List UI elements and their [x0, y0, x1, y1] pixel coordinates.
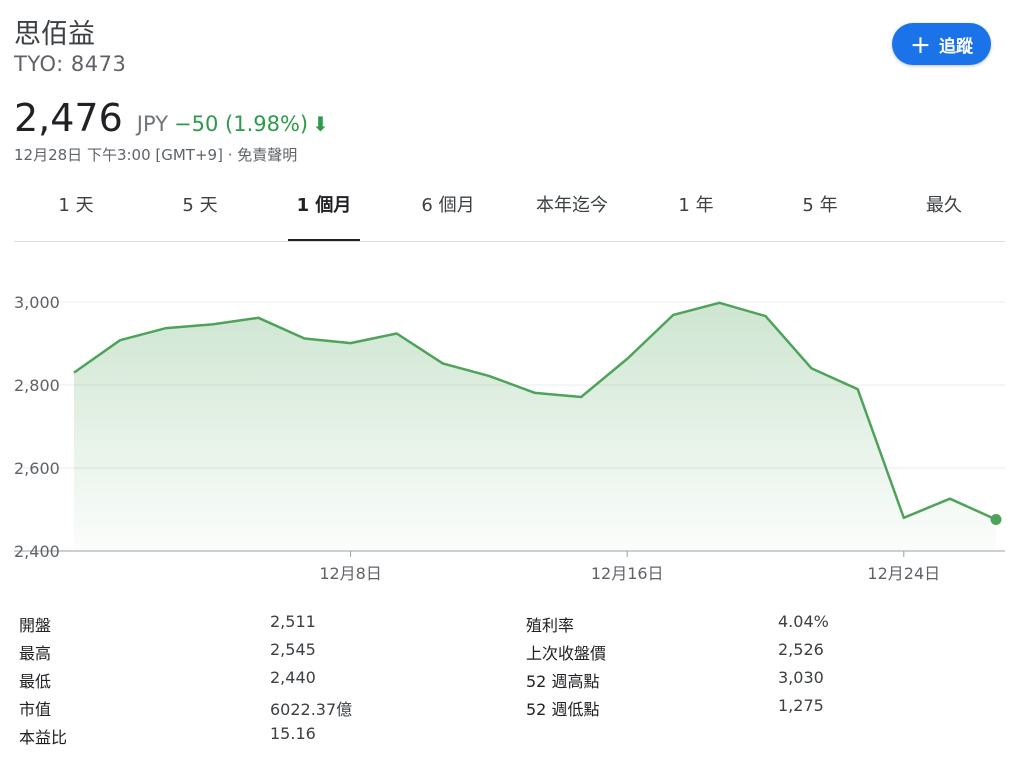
data-point — [486, 373, 492, 379]
data-point — [117, 337, 123, 343]
price-chart[interactable]: 3,000 2,800 2,600 2,400 12月8日 12月16日 12月24日 — [0, 250, 1024, 590]
range-tabs: 1 天 5 天 1 個月 6 個月 本年迄今 1 年 5 年 最久 — [14, 186, 1005, 242]
stat-value: 2,511 — [270, 612, 316, 631]
y-tick-label: 2,800 — [14, 376, 60, 395]
timestamp: 12月28日 下午3:00 [GMT+9] · — [14, 146, 238, 164]
tab-5-day[interactable]: 5 天 — [138, 186, 262, 242]
tab-1-year[interactable]: 1 年 — [634, 186, 758, 242]
stat-row-prev-close: 上次收盤價 2,526 — [526, 640, 886, 668]
tab-6-month[interactable]: 6 個月 — [386, 186, 510, 242]
data-point — [716, 300, 722, 306]
disclaimer-link[interactable]: 免責聲明 — [237, 146, 297, 164]
stat-label: 開盤 — [19, 616, 52, 635]
stats-right: 殖利率 4.04% 上次收盤價 2,526 52 週高點 3,030 52 週低… — [526, 612, 886, 724]
stat-row-52w-low: 52 週低點 1,275 — [526, 696, 886, 724]
stat-value: 2,440 — [270, 668, 316, 687]
down-arrow-icon: ⬇ — [312, 112, 329, 136]
price-area — [74, 302, 996, 551]
currency: JPY — [136, 112, 169, 136]
data-point — [809, 365, 815, 371]
stat-value: 15.16 — [270, 724, 316, 743]
last-price-point — [990, 513, 1002, 525]
data-point — [302, 336, 308, 342]
current-price: 2,476 — [14, 96, 123, 140]
data-point — [348, 340, 354, 346]
stat-label: 52 週低點 — [526, 700, 600, 719]
y-tick-label: 2,400 — [14, 542, 60, 561]
stat-label: 最低 — [19, 672, 52, 691]
stat-label: 殖利率 — [526, 616, 575, 635]
stat-row-dividend-yield: 殖利率 4.04% — [526, 612, 886, 640]
stat-label: 市值 — [19, 700, 52, 719]
data-point — [578, 394, 584, 400]
company-name: 思佰益 — [14, 19, 95, 50]
stat-label: 上次收盤價 — [526, 644, 607, 663]
stat-row-high: 最高 2,545 — [19, 640, 379, 668]
plus-icon: + — [910, 29, 931, 59]
price-change: −50 (1.98%) — [174, 112, 309, 136]
follow-button[interactable]: + 追蹤 — [892, 23, 991, 65]
data-point — [163, 325, 169, 331]
y-tick-label: 3,000 — [14, 293, 60, 312]
tab-1-month[interactable]: 1 個月 — [262, 186, 386, 242]
data-point — [255, 315, 261, 321]
tab-1-day[interactable]: 1 天 — [14, 186, 138, 242]
follow-label: 追蹤 — [938, 36, 973, 57]
data-point — [947, 496, 953, 502]
tab-ytd[interactable]: 本年迄今 — [510, 186, 634, 242]
data-point — [855, 386, 861, 392]
ticker-symbol: TYO: 8473 — [14, 52, 127, 76]
stat-row-pe-ratio: 本益比 15.16 — [19, 724, 379, 752]
stat-label: 52 週高點 — [526, 672, 600, 691]
data-point — [71, 370, 77, 376]
stat-value: 2,545 — [270, 640, 316, 659]
stat-value: 6022.37億 — [270, 700, 353, 719]
stat-row-market-cap: 市值 6022.37億 — [19, 696, 379, 724]
stat-value: 4.04% — [778, 612, 829, 631]
data-point — [763, 313, 769, 319]
stat-label: 最高 — [19, 644, 52, 663]
stat-row-open: 開盤 2,511 — [19, 612, 379, 640]
data-point — [532, 390, 538, 396]
data-point — [394, 331, 400, 337]
data-point — [624, 356, 630, 362]
tab-5-year[interactable]: 5 年 — [758, 186, 882, 242]
data-point — [209, 321, 215, 327]
stat-value: 2,526 — [778, 640, 824, 659]
tab-max[interactable]: 最久 — [882, 186, 1006, 242]
timestamp-line: 12月28日 下午3:00 [GMT+9] · 免責聲明 — [14, 144, 297, 165]
y-tick-label: 2,600 — [14, 459, 60, 478]
tab-divider — [14, 241, 1005, 242]
price-row: 2,476 JPY −50 (1.98%) ⬇ — [14, 96, 329, 140]
data-point — [670, 312, 676, 318]
stat-value: 1,275 — [778, 696, 824, 715]
x-tick-label: 12月16日 — [591, 564, 664, 583]
stat-row-52w-high: 52 週高點 3,030 — [526, 668, 886, 696]
stat-label: 本益比 — [19, 728, 68, 747]
stats-left: 開盤 2,511 最高 2,545 最低 2,440 市值 6022.37億 本… — [19, 612, 379, 752]
data-point — [901, 515, 907, 521]
stat-value: 3,030 — [778, 668, 824, 687]
data-point — [440, 360, 446, 366]
stat-row-low: 最低 2,440 — [19, 668, 379, 696]
x-tick-label: 12月8日 — [319, 564, 382, 583]
x-tick-label: 12月24日 — [867, 564, 940, 583]
